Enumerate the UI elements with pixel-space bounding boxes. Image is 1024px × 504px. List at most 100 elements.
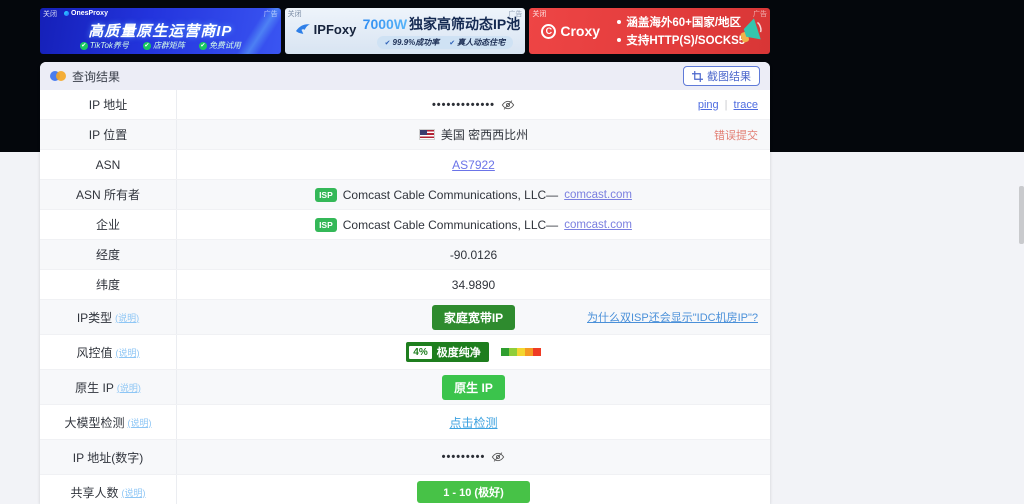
table-row-latitude: 纬度 34.9890 bbox=[40, 270, 770, 300]
company-name: Comcast Cable Communications, LLC— bbox=[343, 188, 558, 202]
isp-badge: ISP bbox=[315, 218, 337, 232]
check-icon: ✔ bbox=[199, 42, 207, 50]
row-label: IP 位置 bbox=[40, 120, 177, 149]
table-row-ip-type: IP类型 (说明) 家庭宽带IP 为什么双ISP还会显示"IDC机房IP"? bbox=[40, 300, 770, 335]
ip-type-badge: 家庭宽带IP bbox=[432, 305, 515, 330]
ipfoxy-brand: IPFoxy bbox=[295, 22, 357, 37]
latitude-value: 34.9890 bbox=[452, 278, 495, 292]
bullet-item: 涵盖海外60+国家/地区 bbox=[617, 14, 745, 30]
row-label: IP类型 bbox=[77, 309, 112, 326]
masked-ip-value: ••••••••••••• bbox=[432, 99, 495, 111]
card-title: 查询结果 bbox=[72, 68, 120, 85]
row-label: 大模型检测 bbox=[64, 414, 124, 431]
risk-score-badge: 4% 极度纯净 bbox=[406, 342, 488, 362]
eye-off-icon[interactable] bbox=[501, 98, 515, 112]
onesproxy-brand-name: OnesProxy bbox=[71, 10, 108, 17]
table-row-location: IP 位置 美国 密西西比州 错误提交 bbox=[40, 120, 770, 150]
feature-item: ✔99.9%成功率 bbox=[385, 37, 440, 48]
feature-item: ✔TikTok养号 bbox=[80, 40, 129, 51]
check-icon: ✔ bbox=[143, 42, 151, 50]
table-row-native-ip: 原生 IP (说明) 原生 IP bbox=[40, 370, 770, 405]
native-ip-badge: 原生 IP bbox=[442, 375, 505, 400]
ad-close-button[interactable]: 关闭 bbox=[288, 9, 302, 19]
ping-link[interactable]: ping bbox=[698, 99, 719, 111]
result-table: IP 地址 ••••••••••••• ping | trace bbox=[40, 90, 770, 504]
risk-status: 极度纯净 bbox=[437, 344, 486, 360]
trace-link[interactable]: trace bbox=[734, 99, 758, 111]
hint-link[interactable]: (说明) bbox=[117, 381, 141, 394]
bullet-dot bbox=[617, 20, 621, 24]
ad-close-button[interactable]: 关闭 bbox=[532, 9, 546, 19]
bullet-item: 支持HTTP(S)/SOCKS5 bbox=[617, 32, 745, 48]
feature-item: ✔店群矩阵 bbox=[143, 40, 185, 51]
link-separator: | bbox=[725, 99, 728, 111]
shared-users-badge: 1 - 10 (极好) bbox=[417, 481, 530, 503]
row-label: ASN bbox=[40, 150, 177, 179]
company-name: Comcast Cable Communications, LLC— bbox=[343, 218, 558, 232]
table-row-ip-number: IP 地址(数字) ••••••••• bbox=[40, 440, 770, 475]
ad-tag-label: 广告 bbox=[753, 9, 767, 19]
us-flag-icon bbox=[419, 129, 435, 140]
isp-badge: ISP bbox=[315, 188, 337, 202]
ad-close-button[interactable]: 关闭 bbox=[43, 9, 57, 19]
hint-link[interactable]: (说明) bbox=[128, 416, 152, 429]
ad-banner-ipfoxy[interactable]: 关闭 广告 IPFoxy 7000W独家高筛动态IP池 ✔99.9%成功率 ✔真… bbox=[285, 8, 526, 54]
row-label: 经度 bbox=[40, 240, 177, 269]
asn-link[interactable]: AS7922 bbox=[452, 158, 495, 172]
table-row-enterprise: 企业 ISP Comcast Cable Communications, LLC… bbox=[40, 210, 770, 240]
ad-banner-strip: 关闭 广告 OnesProxy 高质量原生运营商IP ✔TikTok养号 ✔店群… bbox=[40, 8, 770, 54]
ad-banner-onesproxy[interactable]: 关闭 广告 OnesProxy 高质量原生运营商IP ✔TikTok养号 ✔店群… bbox=[40, 8, 281, 54]
hint-link[interactable]: (说明) bbox=[115, 311, 139, 324]
error-submit-link[interactable]: 错误提交 bbox=[714, 127, 758, 143]
hint-link[interactable]: (说明) bbox=[122, 486, 146, 499]
eye-off-icon[interactable] bbox=[491, 450, 505, 464]
table-row-longitude: 经度 -90.0126 bbox=[40, 240, 770, 270]
ipfoxy-features: ✔99.9%成功率 ✔真人动态住宅 bbox=[377, 36, 513, 49]
check-icon: ✔ bbox=[385, 39, 391, 47]
row-label: 风控值 bbox=[76, 344, 112, 361]
location-value: 美国 密西西比州 bbox=[441, 126, 528, 143]
onesproxy-title: 高质量原生运营商IP bbox=[40, 20, 281, 41]
longitude-value: -90.0126 bbox=[450, 248, 497, 262]
table-row-asn: ASN AS7922 bbox=[40, 150, 770, 180]
hint-link[interactable]: (说明) bbox=[116, 346, 140, 359]
ipfoxy-brand-name: IPFoxy bbox=[314, 22, 357, 37]
ad-banner-croxy[interactable]: 关闭 广告 C Croxy 涵盖海外60+国家/地区 支持HTTP(S)/SOC… bbox=[529, 8, 770, 54]
onesproxy-features: ✔TikTok养号 ✔店群矩阵 ✔免费试用 bbox=[40, 40, 281, 51]
feature-item: ✔免费试用 bbox=[199, 40, 241, 51]
row-label: ASN 所有者 bbox=[40, 180, 177, 209]
click-detect-link[interactable]: 点击检测 bbox=[449, 414, 497, 431]
feature-item: ✔真人动态住宅 bbox=[449, 37, 505, 48]
ipfoxy-logo-icon bbox=[295, 23, 311, 37]
croxy-brand-name: Croxy bbox=[560, 23, 600, 39]
table-row-risk: 风控值 (说明) 4% 极度纯净 bbox=[40, 335, 770, 370]
row-label: 企业 bbox=[40, 210, 177, 239]
ipfoxy-title: 7000W独家高筛动态IP池 bbox=[363, 14, 521, 34]
table-row-llm-detect: 大模型检测 (说明) 点击检测 bbox=[40, 405, 770, 440]
row-label: 纬度 bbox=[40, 270, 177, 299]
onesproxy-logo-icon bbox=[64, 11, 69, 16]
crop-icon bbox=[692, 71, 703, 82]
bullet-dot bbox=[617, 38, 621, 42]
check-icon: ✔ bbox=[80, 42, 88, 50]
onesproxy-brand: OnesProxy bbox=[64, 10, 108, 17]
ad-tag-label: 广告 bbox=[264, 9, 278, 19]
risk-color-scale bbox=[501, 348, 541, 356]
why-idc-link[interactable]: 为什么双ISP还会显示"IDC机房IP"? bbox=[587, 309, 758, 325]
croxy-brand: C Croxy bbox=[541, 23, 600, 39]
company-domain-link[interactable]: comcast.com bbox=[564, 189, 632, 201]
risk-percent: 4% bbox=[409, 346, 431, 359]
row-label: 共享人数 bbox=[70, 484, 118, 501]
scrollbar-thumb[interactable] bbox=[1019, 186, 1024, 244]
screenshot-result-button[interactable]: 截图结果 bbox=[683, 66, 760, 86]
row-label: IP 地址 bbox=[40, 90, 177, 119]
masked-ip-number-value: ••••••••• bbox=[442, 451, 486, 463]
table-row-shared-users: 共享人数 (说明) 1 - 10 (极好) bbox=[40, 475, 770, 504]
check-icon: ✔ bbox=[449, 39, 455, 47]
result-venn-icon bbox=[50, 71, 66, 81]
row-label: IP 地址(数字) bbox=[40, 440, 177, 474]
query-result-card: 查询结果 截图结果 IP 地址 ••••••••••••• bbox=[40, 62, 770, 504]
company-domain-link[interactable]: comcast.com bbox=[564, 219, 632, 231]
croxy-bullets: 涵盖海外60+国家/地区 支持HTTP(S)/SOCKS5 bbox=[617, 14, 745, 48]
croxy-logo-icon: C bbox=[541, 24, 556, 39]
